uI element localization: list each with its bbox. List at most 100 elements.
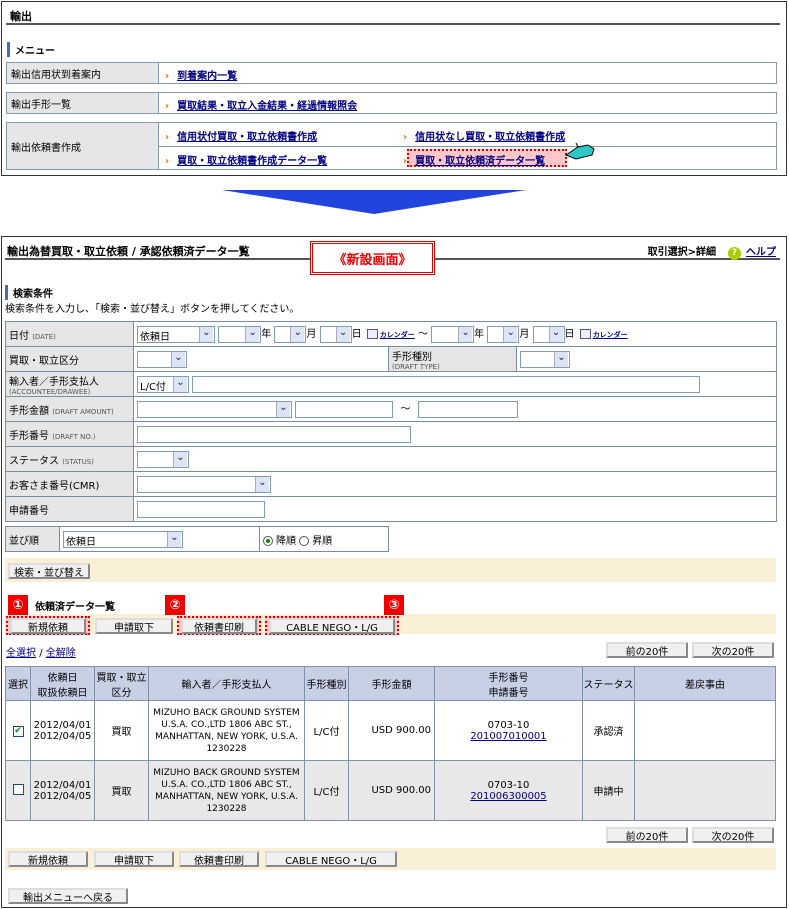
asc-label: 昇順 — [312, 535, 333, 547]
arrival-list-link[interactable]: 到着案内一覧 — [165, 67, 237, 82]
amount-from-input[interactable] — [295, 400, 394, 418]
month-label: 月 — [306, 329, 317, 341]
withdraw-button[interactable]: 申請取下 — [94, 851, 174, 867]
request-table: 選択 依頼日 取扱依頼日 買取・取立 区分 輸入者／手形支払人 手形種別 手形金… — [5, 666, 776, 821]
menu-row-label: 輸出依頼書作成 — [7, 123, 159, 169]
prev-page-button[interactable]: 前の20件 — [606, 642, 688, 658]
marker-3: ③ — [384, 595, 404, 615]
new-request-button[interactable]: 新規依頼 — [10, 618, 86, 634]
next-page-button[interactable]: 次の20件 — [692, 642, 774, 658]
draft-type-label: 手形種別 — [392, 351, 432, 363]
table-row: ✔ 2012/04/01 2012/04/05 買取 MIZUHO BACK GR… — [5, 700, 776, 761]
nolc-request-create-link[interactable]: 信用状なし買取・取立依頼書作成 — [403, 128, 565, 143]
cmr-select[interactable] — [137, 475, 271, 493]
calendar-icon[interactable] — [579, 329, 591, 340]
type-cell: L/C付 — [304, 700, 349, 761]
clear-all-link[interactable]: 全解除 — [46, 648, 76, 659]
print-request-button[interactable]: 依頼書印刷 — [179, 851, 259, 867]
kubun-label: 買取・取立区分 — [5, 346, 134, 372]
col-date: 依頼日 取扱依頼日 — [30, 666, 95, 701]
range-tilde: ～ — [400, 404, 411, 416]
amount-to-input[interactable] — [417, 400, 518, 418]
reason-cell — [634, 700, 776, 761]
page-title: 輸出 — [6, 5, 780, 25]
draftno-input[interactable] — [137, 425, 411, 443]
date-type-select[interactable]: 依頼日 — [137, 325, 215, 343]
separator: / — [39, 648, 43, 659]
app-no-link[interactable]: 201007010001 — [435, 731, 582, 742]
calendar-link[interactable]: カレンダー — [593, 331, 628, 339]
cable-nego-button[interactable]: CABLE NEGO・L/G — [265, 851, 397, 867]
day-label: 日 — [564, 329, 575, 341]
col-draftno: 手形番号 申請番号 — [434, 666, 583, 701]
requested-data-list-link[interactable]: 買取・取立依頼済データ一覧 — [403, 152, 545, 167]
new-request-button[interactable]: 新規依頼 — [8, 851, 88, 867]
status-label: ステータス — [9, 455, 59, 467]
prev-page-button[interactable]: 前の20件 — [606, 827, 688, 843]
status-select[interactable] — [137, 450, 189, 468]
menu-heading: メニュー — [7, 42, 55, 57]
desc-label: 降順 — [276, 535, 296, 547]
from-month-select[interactable] — [274, 325, 307, 343]
menu-row-lc-arrival: 輸出信用状到着案内 到着案内一覧 — [6, 62, 777, 84]
row-checkbox[interactable] — [12, 783, 24, 795]
month-label: 月 — [519, 329, 530, 341]
next-page-button[interactable]: 次の20件 — [692, 827, 774, 843]
calendar-link[interactable]: カレンダー — [380, 331, 415, 339]
app-no-input[interactable] — [137, 500, 265, 518]
cable-nego-button[interactable]: CABLE NEGO・L/G — [269, 618, 395, 634]
sort-select[interactable]: 依頼日 — [63, 530, 183, 548]
kubun-cell: 買取 — [94, 760, 149, 821]
new-screen-badge: 《新設画面》 — [310, 241, 435, 275]
status-sub: (STATUS) — [62, 457, 94, 466]
table-header: 選択 依頼日 取扱依頼日 買取・取立 区分 輸入者／手形支払人 手形種別 手形金… — [5, 666, 776, 701]
down-arrow-icon — [222, 190, 526, 214]
accountee-input[interactable] — [192, 375, 701, 393]
amount-sub: (DRAFT AMOUNT) — [52, 407, 114, 416]
col-amount: 手形金額 — [348, 666, 435, 701]
draftno-sub: (DRAFT NO.) — [52, 432, 96, 441]
year-label: 年 — [474, 329, 485, 341]
col-kubun: 買取・取立 区分 — [94, 666, 149, 701]
to-year-select[interactable] — [431, 325, 475, 343]
search-heading: 検索条件 — [5, 285, 53, 300]
desc-radio[interactable] — [263, 535, 273, 546]
from-year-select[interactable] — [218, 325, 262, 343]
date-sub: (DATE) — [32, 332, 56, 341]
accountee-label: 輸入者／手形支払人 — [9, 376, 99, 388]
cmr-label: お客さま番号(CMR) — [5, 471, 134, 497]
row-checkbox[interactable]: ✔ — [12, 725, 24, 737]
search-sort-button[interactable]: 検索・並び替え — [8, 563, 90, 579]
amount-cell: USD 900.00 — [348, 760, 435, 821]
col-accountee: 輸入者／手形支払人 — [148, 666, 305, 701]
export-menu-panel: 輸出 メニュー 輸出信用状到着案内 到着案内一覧 輸出手形一覧 買取結果・取立入… — [1, 1, 787, 176]
to-day-select[interactable] — [532, 325, 565, 343]
col-reason: 差戻事由 — [634, 666, 776, 701]
sort-form: 並び順 依頼日 降順 昇順 — [5, 526, 389, 552]
select-all-link[interactable]: 全選択 — [6, 648, 36, 659]
help-link[interactable]: ヘルプ — [746, 247, 776, 258]
year-label: 年 — [261, 329, 272, 341]
calendar-icon[interactable] — [366, 329, 378, 340]
accountee-sub: (ACCOUNTEE/DRAWEE) — [9, 387, 91, 396]
draft-type-select[interactable] — [520, 350, 570, 368]
lc-select[interactable]: L/C付 — [137, 375, 189, 393]
kubun-select[interactable] — [137, 350, 187, 368]
bills-inquiry-link[interactable]: 買取結果・取立入金結果・経過情報照会 — [165, 97, 357, 112]
pointer-hand-icon — [564, 142, 595, 160]
amount-label: 手形金額 — [9, 405, 49, 417]
withdraw-button[interactable]: 申請取下 — [95, 618, 173, 634]
lc-request-create-link[interactable]: 信用状付買取・取立依頼書作成 — [165, 128, 317, 143]
print-request-button[interactable]: 依頼書印刷 — [181, 618, 257, 634]
search-form: 日付 (DATE) 依頼日 年 月 日 カレンダー ～ 年 月 日 カレンダー … — [5, 321, 777, 522]
from-day-select[interactable] — [319, 325, 352, 343]
app-no-link[interactable]: 201006300005 — [435, 791, 582, 802]
to-month-select[interactable] — [487, 325, 520, 343]
asc-radio[interactable] — [299, 535, 310, 546]
back-to-menu-button[interactable]: 輸出メニューへ戻る — [8, 888, 128, 904]
request-draft-list-link[interactable]: 買取・取立依頼書作成データ一覧 — [165, 152, 327, 167]
menu-row-label: 輸出手形一覧 — [7, 93, 159, 113]
currency-select[interactable] — [137, 400, 292, 418]
draftno-cell: 0703-10 — [487, 719, 530, 731]
search-button-bar — [5, 558, 776, 582]
